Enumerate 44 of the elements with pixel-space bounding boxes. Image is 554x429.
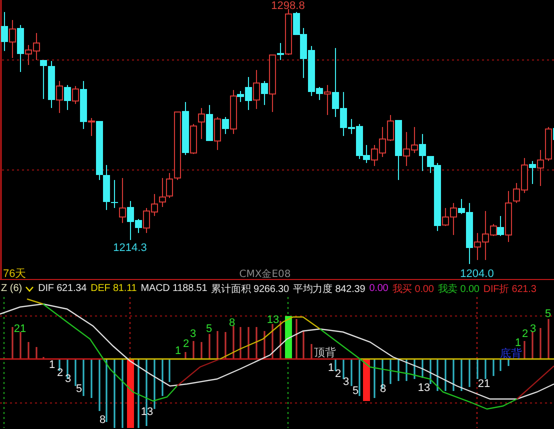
count-label: 顶背 xyxy=(314,347,336,359)
indicator-reading: DIF折 621.3 xyxy=(483,282,536,296)
highlight-bar xyxy=(285,316,292,359)
count-label: 21 xyxy=(14,323,26,335)
count-label: 1 xyxy=(48,359,56,371)
count-label: 1 xyxy=(174,345,182,357)
count-label: 3 xyxy=(530,323,536,335)
price-label: 1204.0 xyxy=(460,268,494,279)
count-label: 3 xyxy=(190,328,196,340)
count-label: 1 xyxy=(328,362,334,374)
count-label: 底背 xyxy=(500,348,522,360)
highlight-bar xyxy=(363,359,370,401)
indicator-reading: 我买 0.00 xyxy=(392,282,434,296)
indicator-reading: DEF 81.11 xyxy=(90,283,137,294)
indicator-reading: 平均力度 842.39 xyxy=(292,282,366,296)
period-label: 76天 xyxy=(3,268,26,279)
count-label: 5 xyxy=(544,308,552,320)
symbol-label: CMX金E08 xyxy=(239,269,291,279)
count-label: 13 xyxy=(418,382,430,394)
caret-icon xyxy=(25,286,34,292)
count-label: 13 xyxy=(266,314,280,326)
indicator-reading: DIF 621.34 xyxy=(38,283,87,294)
count-label: 5 xyxy=(76,383,82,395)
count-label: 2 xyxy=(522,328,528,340)
highlight-bar xyxy=(127,359,134,428)
indicator-reading: 我卖 0.00 xyxy=(438,282,480,296)
count-label: 2 xyxy=(182,338,190,350)
count-label: 8 xyxy=(228,317,236,329)
count-label: 8 xyxy=(380,383,386,395)
count-label: 5 xyxy=(352,385,359,397)
count-label: 3 xyxy=(342,376,350,388)
price-label: 1298.8 xyxy=(271,0,305,12)
indicator-selector[interactable]: Z (6) xyxy=(1,283,34,294)
indicator-reading: 0.00 xyxy=(369,283,388,294)
indicator-reading: 累计面积 9266.30 xyxy=(211,282,289,296)
count-label: 5 xyxy=(206,323,212,335)
count-label: 8 xyxy=(99,414,106,426)
count-label: 1 xyxy=(514,337,522,349)
price-label: 1214.3 xyxy=(113,242,147,254)
indicator-reading: MACD 1188.51 xyxy=(140,283,208,294)
count-label: 21 xyxy=(478,378,490,390)
count-label: 3 xyxy=(64,373,72,385)
count-label: 2 xyxy=(334,368,342,380)
count-label: 2 xyxy=(56,367,64,379)
